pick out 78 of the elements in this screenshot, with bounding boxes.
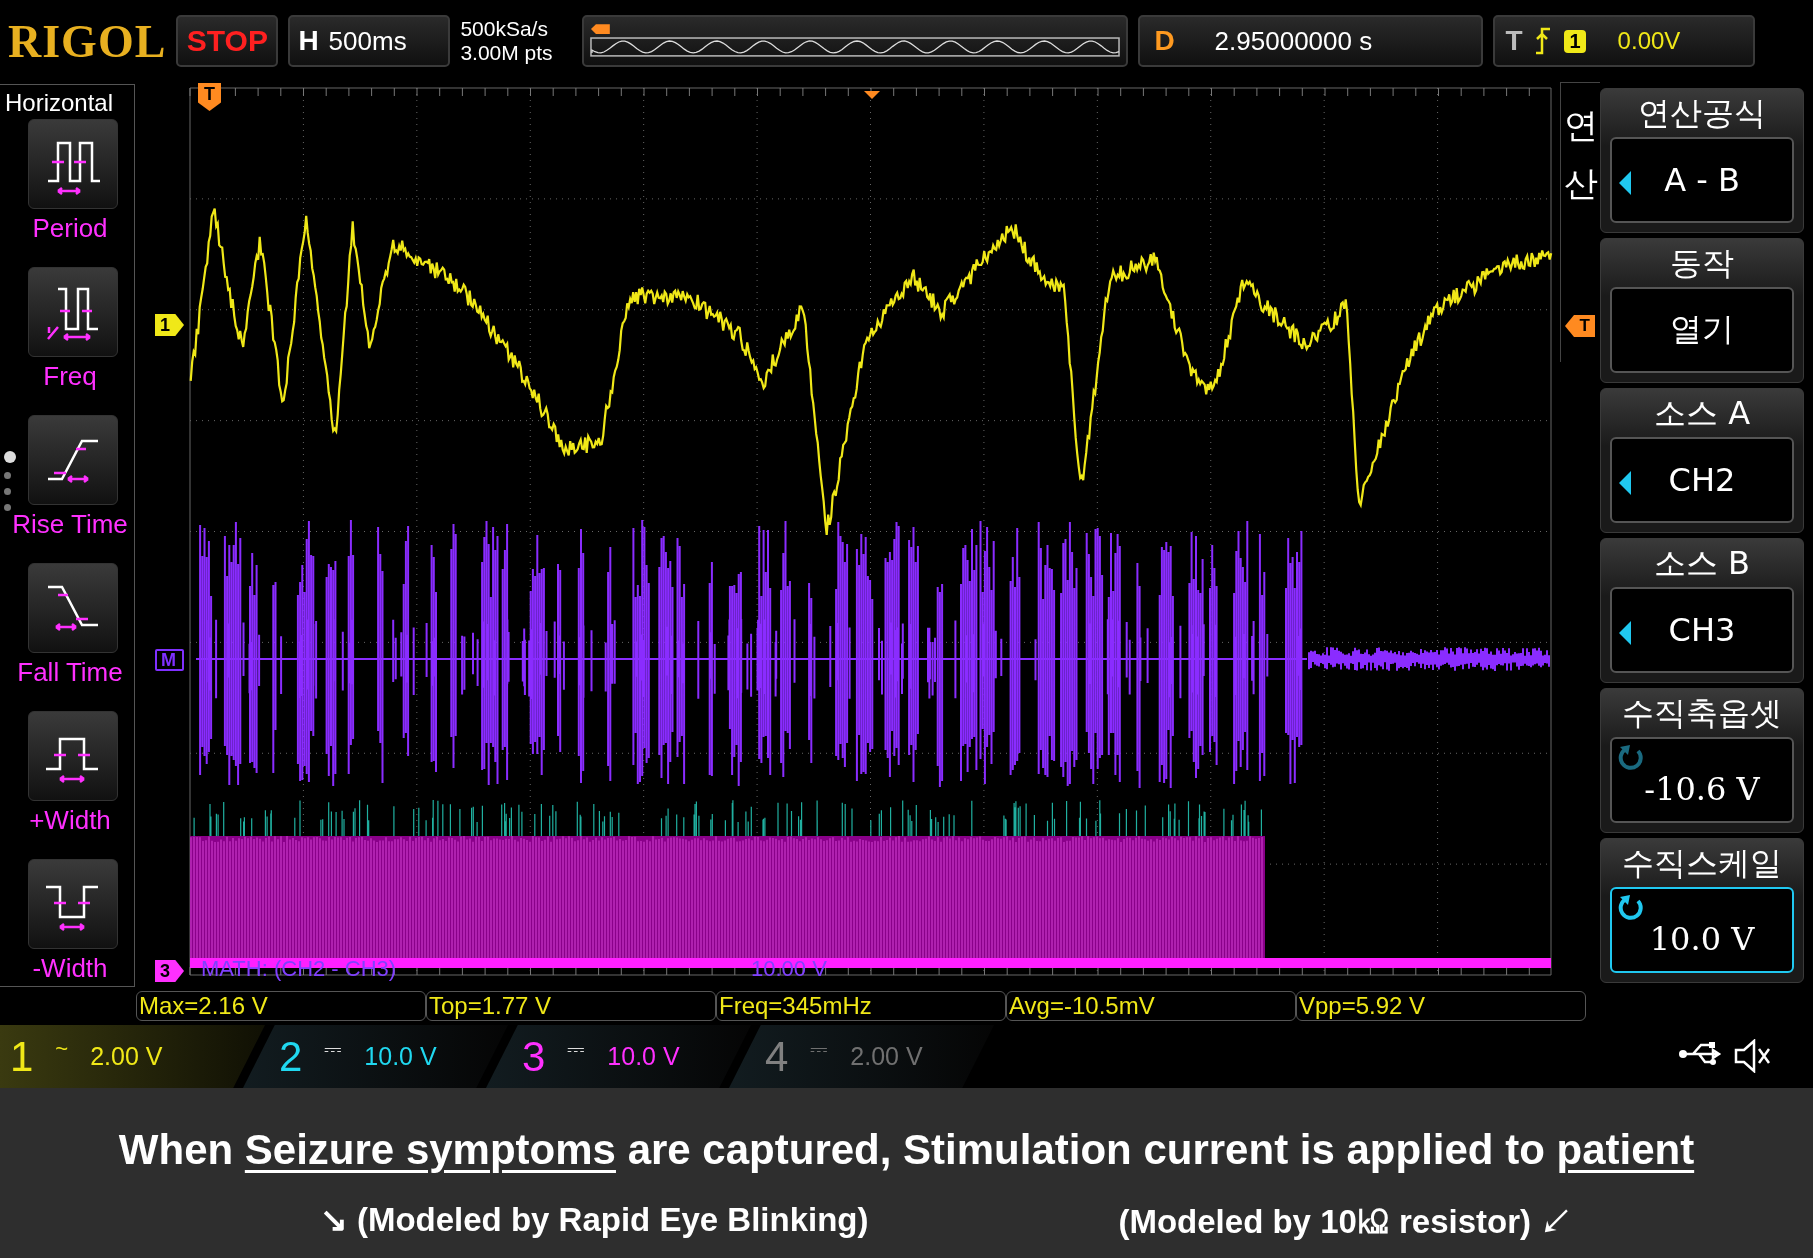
waveform-overview-icon: [590, 37, 1121, 57]
delay-label: D: [1154, 25, 1175, 57]
measure-button[interactable]: [28, 711, 118, 801]
math-marker[interactable]: M: [155, 649, 184, 671]
menu-value-button[interactable]: CH2: [1610, 437, 1794, 523]
memory-depth: 3.00M pts: [460, 41, 554, 65]
menu-title: Horizontal: [4, 88, 115, 118]
trigger-level: 0.00V: [1617, 27, 1681, 55]
caption-note: ↘ (Modeled by Rapid Eye Blinking): [319, 1200, 869, 1240]
menu-item-label: 수직스케일: [1622, 843, 1782, 884]
coupling-symbol: ⎓: [324, 1035, 343, 1062]
measure-button[interactable]: [28, 563, 118, 653]
menu-item-label: 소스 B: [1653, 543, 1751, 584]
timebase-panel[interactable]: H 500ms: [288, 15, 451, 67]
measure-button[interactable]: [28, 859, 118, 949]
channel-button[interactable]: 1 ~ 2.00 V: [0, 1025, 265, 1088]
measure-label: Fall Time: [17, 657, 123, 688]
menu-item-label: 소스 A: [1653, 393, 1751, 434]
measure-label: Freq: [43, 361, 97, 392]
selector-arrow-icon: [1618, 470, 1632, 496]
channel-scale: 10.0 V: [364, 1042, 437, 1071]
measure-label: -Width: [32, 953, 108, 984]
channel-button[interactable]: 3 ⎓ 10.0 V: [486, 1025, 751, 1088]
channel-number: 4: [765, 1032, 789, 1081]
measurement-readout: Top=1.77 V: [426, 991, 716, 1021]
measurement-readout: Freq=345mHz: [716, 991, 1006, 1021]
channel-number: 1: [10, 1032, 34, 1081]
rotate-knob-icon: [1618, 893, 1646, 921]
delay-value: 2.95000000 s: [1214, 25, 1373, 57]
measure-label: Rise Time: [12, 509, 128, 540]
rotate-knob-icon: [1618, 743, 1646, 771]
trigger-label: T: [1505, 25, 1523, 57]
brand-logo: RIGOL: [8, 14, 167, 68]
menu-item-label: 연산공식: [1638, 93, 1766, 134]
channel-button[interactable]: 4 ⎓ 2.00 V: [729, 1025, 994, 1088]
measure-button[interactable]: [28, 415, 118, 505]
channel-button[interactable]: 2 ⎓ 10.0 V: [243, 1025, 508, 1088]
measure-button[interactable]: [28, 267, 118, 357]
menu-value-button[interactable]: CH3: [1610, 587, 1794, 673]
channel-number: 3: [522, 1032, 546, 1081]
delay-panel[interactable]: D 2.95000000 s: [1138, 15, 1484, 67]
trigger-time-marker-icon: [864, 91, 880, 99]
menu-item-label: 동작: [1670, 243, 1734, 284]
timebase-value: 500ms: [328, 25, 407, 57]
menu-value-button[interactable]: 열기: [1610, 287, 1794, 373]
trigger-position-marker[interactable]: T: [198, 83, 221, 111]
channel-scale: 10.0 V: [607, 1042, 680, 1071]
menu-value-button[interactable]: -10.6 V: [1610, 737, 1794, 823]
trigger-level-marker[interactable]: T: [1565, 315, 1595, 337]
measure-label: Period: [32, 213, 108, 244]
speaker-mute-icon: [1733, 1039, 1773, 1073]
rising-edge-icon: [1534, 27, 1553, 55]
measurement-readout: Avg=-10.5mV: [1006, 991, 1296, 1021]
measure-button[interactable]: [28, 119, 118, 209]
sample-rate: 500kSa/s: [460, 17, 549, 41]
selector-arrow-icon: [1618, 170, 1632, 196]
measurement-readout: Vpp=5.92 V: [1296, 991, 1586, 1021]
menu-value-button[interactable]: 10.0 V: [1610, 887, 1794, 973]
coupling-symbol: ⎓: [567, 1035, 586, 1062]
caption-note: (Modeled by 10㏀ resistor) ↙: [1118, 1202, 1574, 1242]
trigger-panel[interactable]: T 1 0.00V: [1493, 15, 1756, 67]
coupling-symbol: ~: [55, 1035, 69, 1062]
math-channel-marker[interactable]: 3: [155, 960, 184, 982]
measure-label: +Width: [29, 805, 111, 836]
channel-number: 2: [279, 1032, 303, 1081]
menu-value-button[interactable]: A - B: [1610, 137, 1794, 223]
trigger-source-badge: 1: [1564, 29, 1586, 53]
channel-scale: 2.00 V: [850, 1042, 923, 1071]
position-marker-icon: [591, 24, 611, 35]
channel-marker[interactable]: 1: [155, 314, 184, 336]
horizontal-label: H: [298, 25, 319, 57]
caption-text: When Seizure symptoms are captured, Stimulation current is applied to patient: [118, 1126, 1695, 1174]
run-stop-status[interactable]: STOP: [176, 15, 279, 67]
menu-item-label: 수직축옵셋: [1622, 693, 1782, 734]
measurement-readout: Max=2.16 V: [136, 991, 426, 1021]
channel-scale: 2.00 V: [90, 1042, 163, 1071]
coupling-symbol: ⎓: [810, 1035, 829, 1062]
selector-arrow-icon: [1618, 620, 1632, 646]
